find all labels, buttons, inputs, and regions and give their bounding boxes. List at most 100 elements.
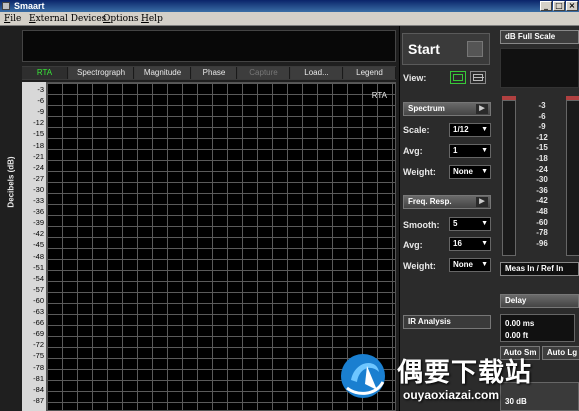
y-tick-label: -21 xyxy=(33,151,44,161)
freq-resp-button[interactable]: Freq. Resp. ▶ xyxy=(403,195,491,209)
y-axis-label: Decibels (dB) xyxy=(6,156,16,208)
window-title: Smaart xyxy=(14,1,45,11)
view-label: View: xyxy=(403,73,427,83)
y-tick-label: -78 xyxy=(33,362,44,372)
triangle-right-icon: ▶ xyxy=(476,197,488,207)
start-label: Start xyxy=(408,41,440,57)
delay-readout: 0.00 ms 0.00 ft xyxy=(500,314,575,342)
watermark: 偶要下载站 ouyaoxiazai.com xyxy=(333,348,579,411)
y-tick-label: -6 xyxy=(37,96,44,106)
tab-spectrograph[interactable]: Spectrograph xyxy=(69,67,134,79)
y-tick-label: -27 xyxy=(33,173,44,183)
y-tick-label: -87 xyxy=(33,395,44,405)
meter-tick-label: -48 xyxy=(536,207,548,216)
y-tick-label: -18 xyxy=(33,140,44,150)
tab-rta[interactable]: RTA xyxy=(22,67,68,79)
title-bar: Smaart _ □ × xyxy=(0,0,579,12)
menu-options[interactable]: Options xyxy=(103,12,138,26)
menu-help[interactable]: Help xyxy=(141,12,163,26)
y-tick-label: -51 xyxy=(33,262,44,272)
delay-ft: 0.00 ft xyxy=(505,331,529,340)
tab-magnitude[interactable]: Magnitude xyxy=(135,67,191,79)
tab-load[interactable]: Load... xyxy=(291,67,343,79)
meter-tick-label: -15 xyxy=(536,143,548,153)
y-tick-label: -57 xyxy=(33,284,44,294)
ir-analysis-button[interactable]: IR Analysis xyxy=(403,315,491,329)
y-tick-label: -48 xyxy=(33,251,44,261)
y-tick-label: -42 xyxy=(33,229,44,239)
weight-label: Weight: xyxy=(403,167,436,177)
meter-tick-label: -6 xyxy=(538,111,546,121)
avg2-label: Avg: xyxy=(403,240,423,250)
weight2-select[interactable]: None ▼ xyxy=(449,258,491,272)
meas-ref-button[interactable]: Meas In / Ref In xyxy=(500,262,579,276)
plot-mode-label: RTA xyxy=(371,91,387,100)
y-tick-label: -66 xyxy=(33,318,44,328)
weight-select[interactable]: None ▼ xyxy=(449,165,491,179)
watermark-title: 偶要下载站 xyxy=(397,358,533,388)
y-tick-label: -60 xyxy=(33,295,44,305)
minimize-icon[interactable]: _ xyxy=(540,1,552,11)
y-tick-label: -39 xyxy=(33,218,44,228)
avg-label: Avg: xyxy=(403,146,423,156)
y-tick-label: -24 xyxy=(33,162,44,172)
close-icon[interactable]: × xyxy=(566,1,578,11)
tab-bar: RTA Spectrograph Magnitude Phase Capture… xyxy=(22,66,396,80)
y-tick-label: -72 xyxy=(33,340,44,350)
delay-button[interactable]: Delay xyxy=(500,294,579,308)
spectrum-button[interactable]: Spectrum ▶ xyxy=(403,102,491,116)
chevron-down-icon: ▼ xyxy=(481,126,488,133)
smooth-select[interactable]: 5 ▼ xyxy=(449,217,491,231)
chevron-down-icon: ▼ xyxy=(481,220,488,227)
avg2-select[interactable]: 16 ▼ xyxy=(449,237,491,251)
meter-tick-label: -42 xyxy=(536,196,548,206)
level-readout xyxy=(500,48,579,88)
chevron-down-icon: ▼ xyxy=(481,147,488,154)
meter-tick-label: -78 xyxy=(536,228,548,238)
meter-tick-label: -9 xyxy=(538,122,546,132)
tab-legend[interactable]: Legend xyxy=(344,67,396,79)
menu-file[interactable]: File xyxy=(4,12,21,26)
split-view-icon[interactable] xyxy=(470,71,486,84)
avg-select[interactable]: 1 ▼ xyxy=(449,144,491,158)
watermark-logo-icon xyxy=(341,354,385,398)
y-tick-label: -69 xyxy=(33,329,44,339)
single-view-icon[interactable] xyxy=(450,71,466,84)
menu-external-devices[interactable]: External Devices xyxy=(29,12,106,26)
full-scale-button[interactable]: dB Full Scale xyxy=(500,30,579,44)
meter-tick-label: -30 xyxy=(536,175,548,185)
y-tick-label: -75 xyxy=(33,351,44,361)
start-button[interactable]: Start xyxy=(402,33,490,65)
signal-display xyxy=(22,30,396,62)
scale-select[interactable]: 1/12 ▼ xyxy=(449,123,491,137)
level-meter-left xyxy=(502,100,516,256)
chevron-down-icon: ▼ xyxy=(481,261,488,268)
y-tick-label: -45 xyxy=(33,240,44,250)
meter-tick-label: -18 xyxy=(536,154,548,163)
delay-ms: 0.00 ms xyxy=(505,319,535,328)
meter-tick-label: -12 xyxy=(536,132,548,142)
y-tick-label: -63 xyxy=(33,307,44,316)
watermark-url: ouyaoxiazai.com xyxy=(403,388,500,402)
y-axis-title: Decibels (dB) xyxy=(2,82,20,282)
y-tick-label: -54 xyxy=(33,273,44,283)
y-tick-label: -9 xyxy=(37,107,44,117)
stop-icon xyxy=(467,41,483,57)
smooth-label: Smooth: xyxy=(403,220,440,230)
y-tick-label: -33 xyxy=(33,196,44,205)
meter-tick-label: -36 xyxy=(536,185,548,195)
tab-phase[interactable]: Phase xyxy=(192,67,237,79)
scale-label: Scale: xyxy=(403,125,430,135)
y-tick-label: -81 xyxy=(33,373,44,383)
weight2-label: Weight: xyxy=(403,261,436,271)
tab-capture[interactable]: Capture xyxy=(238,67,290,79)
maximize-icon[interactable]: □ xyxy=(553,1,565,11)
chevron-down-icon: ▼ xyxy=(481,168,488,175)
y-tick-label: -15 xyxy=(33,129,44,139)
chevron-down-icon: ▼ xyxy=(481,240,488,247)
meter-tick-label: -60 xyxy=(536,217,548,227)
app-icon xyxy=(2,2,10,10)
triangle-right-icon: ▶ xyxy=(476,104,488,114)
level-meter-right xyxy=(566,100,579,256)
meter-tick-label: -24 xyxy=(536,164,548,174)
